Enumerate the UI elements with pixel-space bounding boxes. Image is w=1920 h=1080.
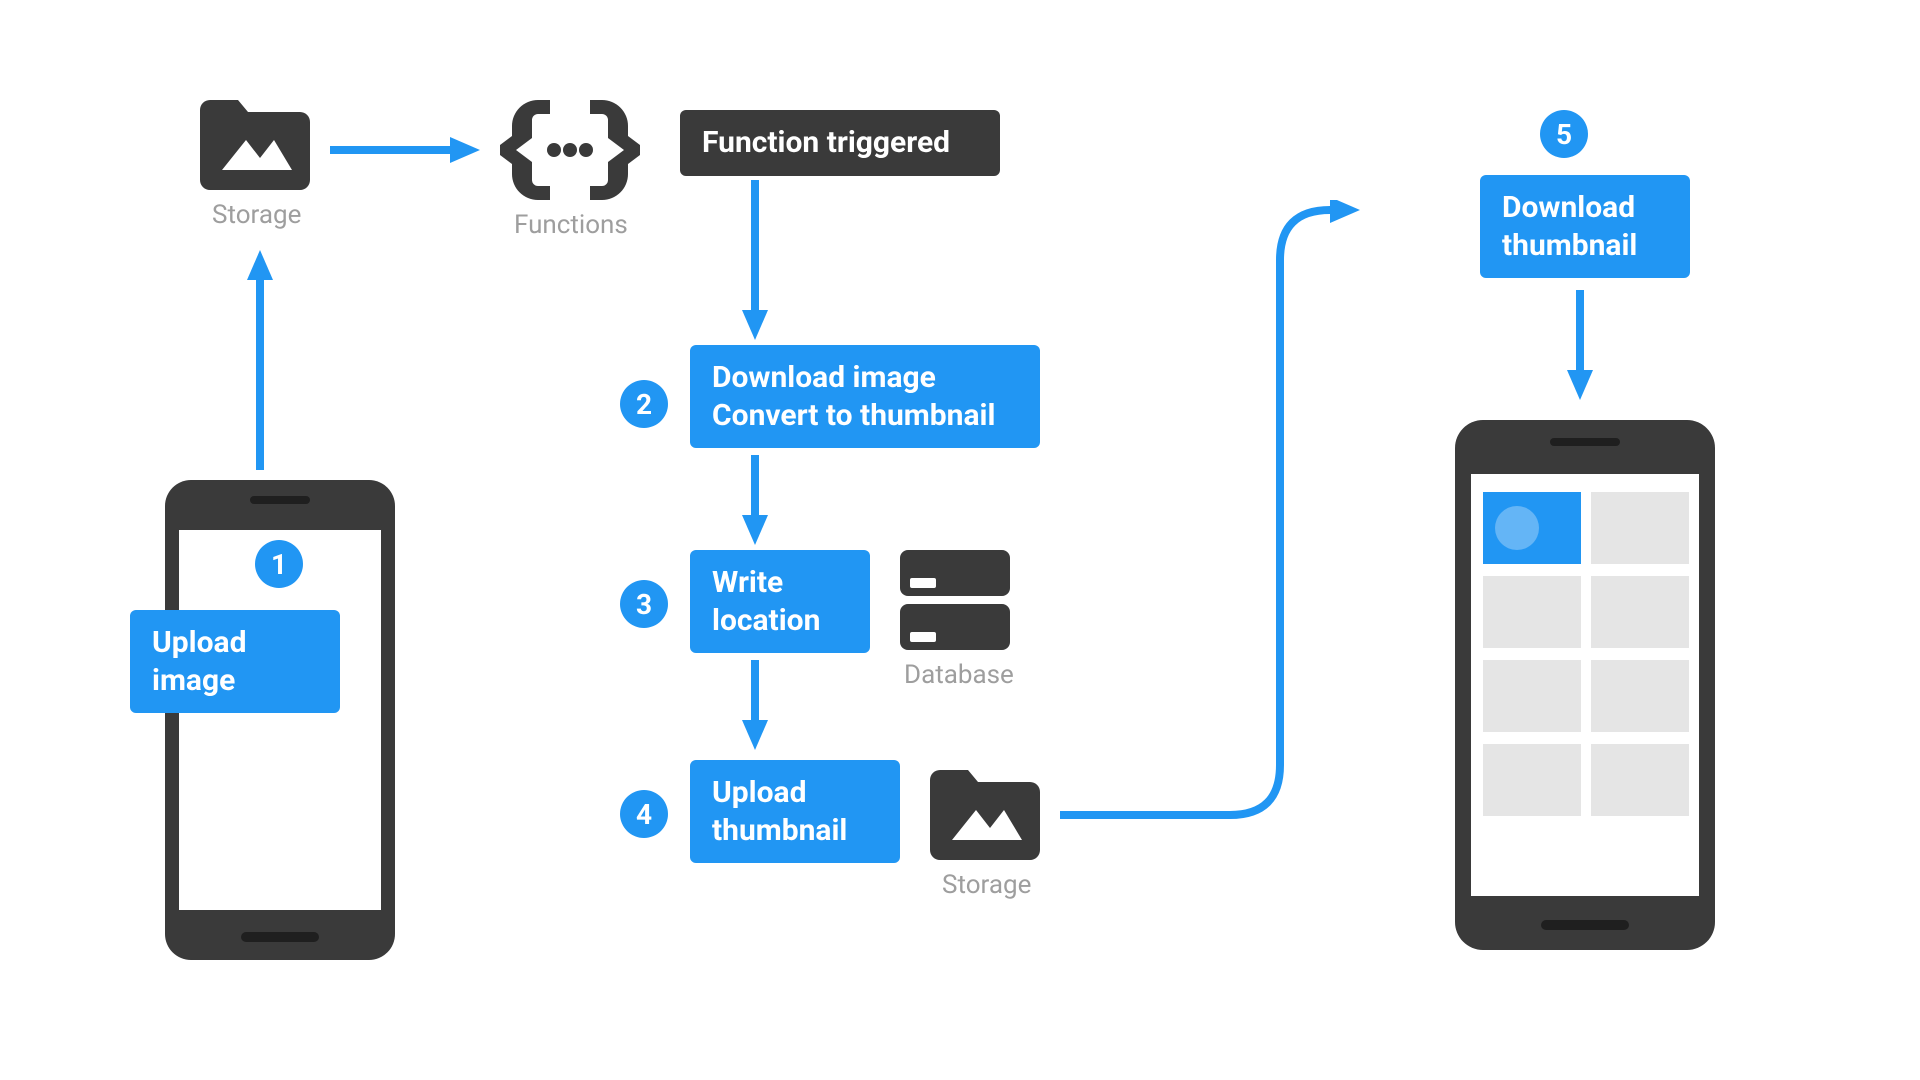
- step-badge-4: 4: [620, 790, 668, 838]
- step-badge-3: 3: [620, 580, 668, 628]
- diagram-canvas: Storage Functions Function triggered 2 D: [0, 0, 1920, 1080]
- upload-thumbnail-box: Upload thumbnail: [690, 760, 900, 863]
- database-icon: [900, 550, 1010, 650]
- download-convert-box: Download image Convert to thumbnail: [690, 345, 1040, 448]
- storage-icon-2: [930, 770, 1040, 860]
- functions-label: Functions: [514, 210, 628, 240]
- database-label: Database: [904, 660, 1014, 690]
- download-thumbnail-box: Download thumbnail: [1480, 175, 1690, 278]
- storage-icon: [200, 100, 310, 190]
- storage-label-2: Storage: [942, 870, 1031, 900]
- step-badge-1: 1: [255, 540, 303, 588]
- arrow-trigger-to-step2: [740, 180, 770, 340]
- upload-image-box: Upload image: [130, 610, 340, 713]
- arrow-step5-to-phone: [1565, 290, 1595, 400]
- functions-icon: [500, 100, 640, 200]
- function-triggered-box: Function triggered: [680, 110, 1000, 176]
- write-location-box: Write location: [690, 550, 870, 653]
- step-badge-5: 5: [1540, 110, 1588, 158]
- storage-label-1: Storage: [212, 200, 301, 230]
- arrow-storage-to-functions: [330, 135, 480, 165]
- arrow-storage-to-phone2: [1060, 200, 1360, 840]
- arrow-step2-to-step3: [740, 455, 770, 545]
- arrow-phone-to-storage: [245, 250, 275, 470]
- phone-right: [1455, 420, 1715, 950]
- step-badge-2: 2: [620, 380, 668, 428]
- arrow-step3-to-step4: [740, 660, 770, 750]
